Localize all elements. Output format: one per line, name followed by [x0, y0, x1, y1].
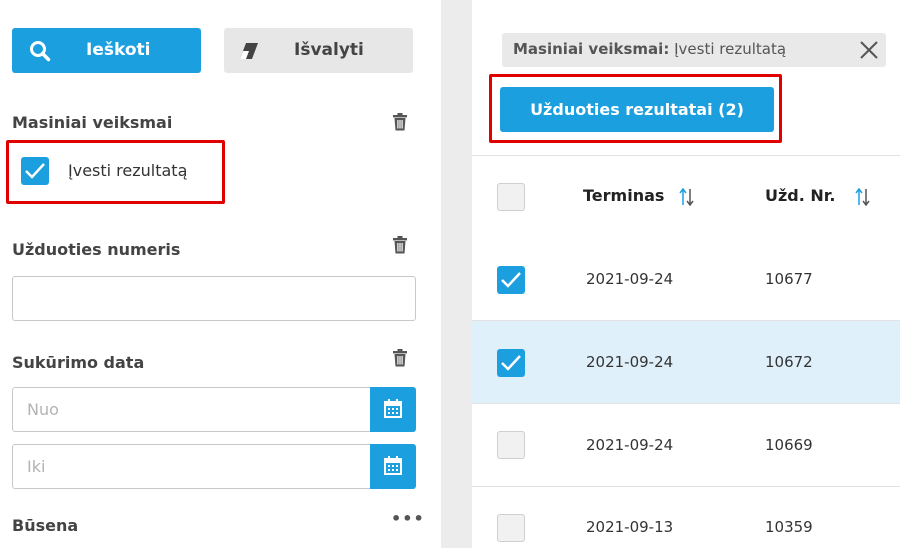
trash-icon[interactable]	[392, 113, 408, 131]
cell-deadline: 2021-09-24	[586, 270, 674, 288]
row-checkbox[interactable]	[497, 266, 525, 294]
task-number-title: Užduoties numeris	[12, 240, 181, 259]
close-icon[interactable]	[858, 39, 880, 61]
trash-icon[interactable]	[392, 236, 408, 254]
created-date-title: Sukūrimo data	[12, 353, 145, 372]
table-row[interactable]: 2021-09-13 10359	[472, 487, 900, 548]
checkmark-icon	[25, 163, 45, 179]
checkmark-icon	[501, 355, 521, 371]
mass-actions-title: Masiniai veiksmai	[12, 113, 173, 132]
row-checkbox[interactable]	[497, 431, 525, 459]
date-from-input[interactable]: Nuo	[12, 387, 372, 432]
cell-deadline: 2021-09-24	[586, 353, 674, 371]
cell-task-no: 10677	[765, 270, 813, 288]
cell-task-no: 10669	[765, 436, 813, 454]
table-row[interactable]: 2021-09-24 10669	[472, 404, 900, 487]
trash-icon[interactable]	[392, 349, 408, 367]
column-header-deadline[interactable]: Terminas	[583, 186, 664, 205]
table-row[interactable]: 2021-09-24 10677	[472, 238, 900, 321]
active-filter-key: Masiniai veiksmai:	[513, 40, 670, 58]
search-button-label: Ieškoti	[86, 40, 151, 60]
eraser-icon	[240, 43, 258, 59]
calendar-icon	[384, 399, 402, 418]
table-header-divider	[472, 155, 900, 156]
column-header-task-no[interactable]: Užd. Nr.	[765, 186, 835, 205]
sort-icon[interactable]	[855, 188, 871, 206]
status-title: Būsena	[12, 516, 79, 535]
search-icon	[30, 41, 51, 62]
task-number-input[interactable]	[12, 276, 416, 321]
date-to-calendar-button[interactable]	[370, 444, 416, 489]
calendar-icon	[384, 456, 402, 475]
select-all-checkbox[interactable]	[497, 183, 525, 211]
cell-task-no: 10672	[765, 353, 813, 371]
active-filter-tag: Masiniai veiksmai: Įvesti rezultatą	[502, 33, 886, 67]
date-to-input[interactable]: Iki	[12, 444, 372, 489]
clear-button[interactable]: Išvalyti	[224, 28, 413, 73]
panel-divider	[441, 0, 472, 548]
task-results-button[interactable]: Užduoties rezultatai (2)	[500, 87, 774, 132]
checkmark-icon	[501, 272, 521, 288]
clear-button-label: Išvalyti	[294, 40, 364, 60]
more-options-button[interactable]: •••	[391, 511, 425, 527]
cell-deadline: 2021-09-13	[586, 518, 674, 536]
date-from-calendar-button[interactable]	[370, 387, 416, 432]
cell-deadline: 2021-09-24	[586, 436, 674, 454]
search-button[interactable]: Ieškoti	[12, 28, 201, 73]
cell-task-no: 10359	[765, 518, 813, 536]
mass-action-checkbox[interactable]	[21, 157, 49, 185]
row-checkbox[interactable]	[497, 514, 525, 542]
sort-icon[interactable]	[679, 188, 695, 206]
mass-action-option-label: Įvesti rezultatą	[68, 161, 188, 180]
table-row[interactable]: 2021-09-24 10672	[472, 321, 900, 404]
active-filter-value: Įvesti rezultatą	[674, 40, 787, 58]
row-checkbox[interactable]	[497, 349, 525, 377]
filter-panel: Ieškoti Išvalyti Masiniai veiksmai Įvest…	[0, 0, 430, 548]
